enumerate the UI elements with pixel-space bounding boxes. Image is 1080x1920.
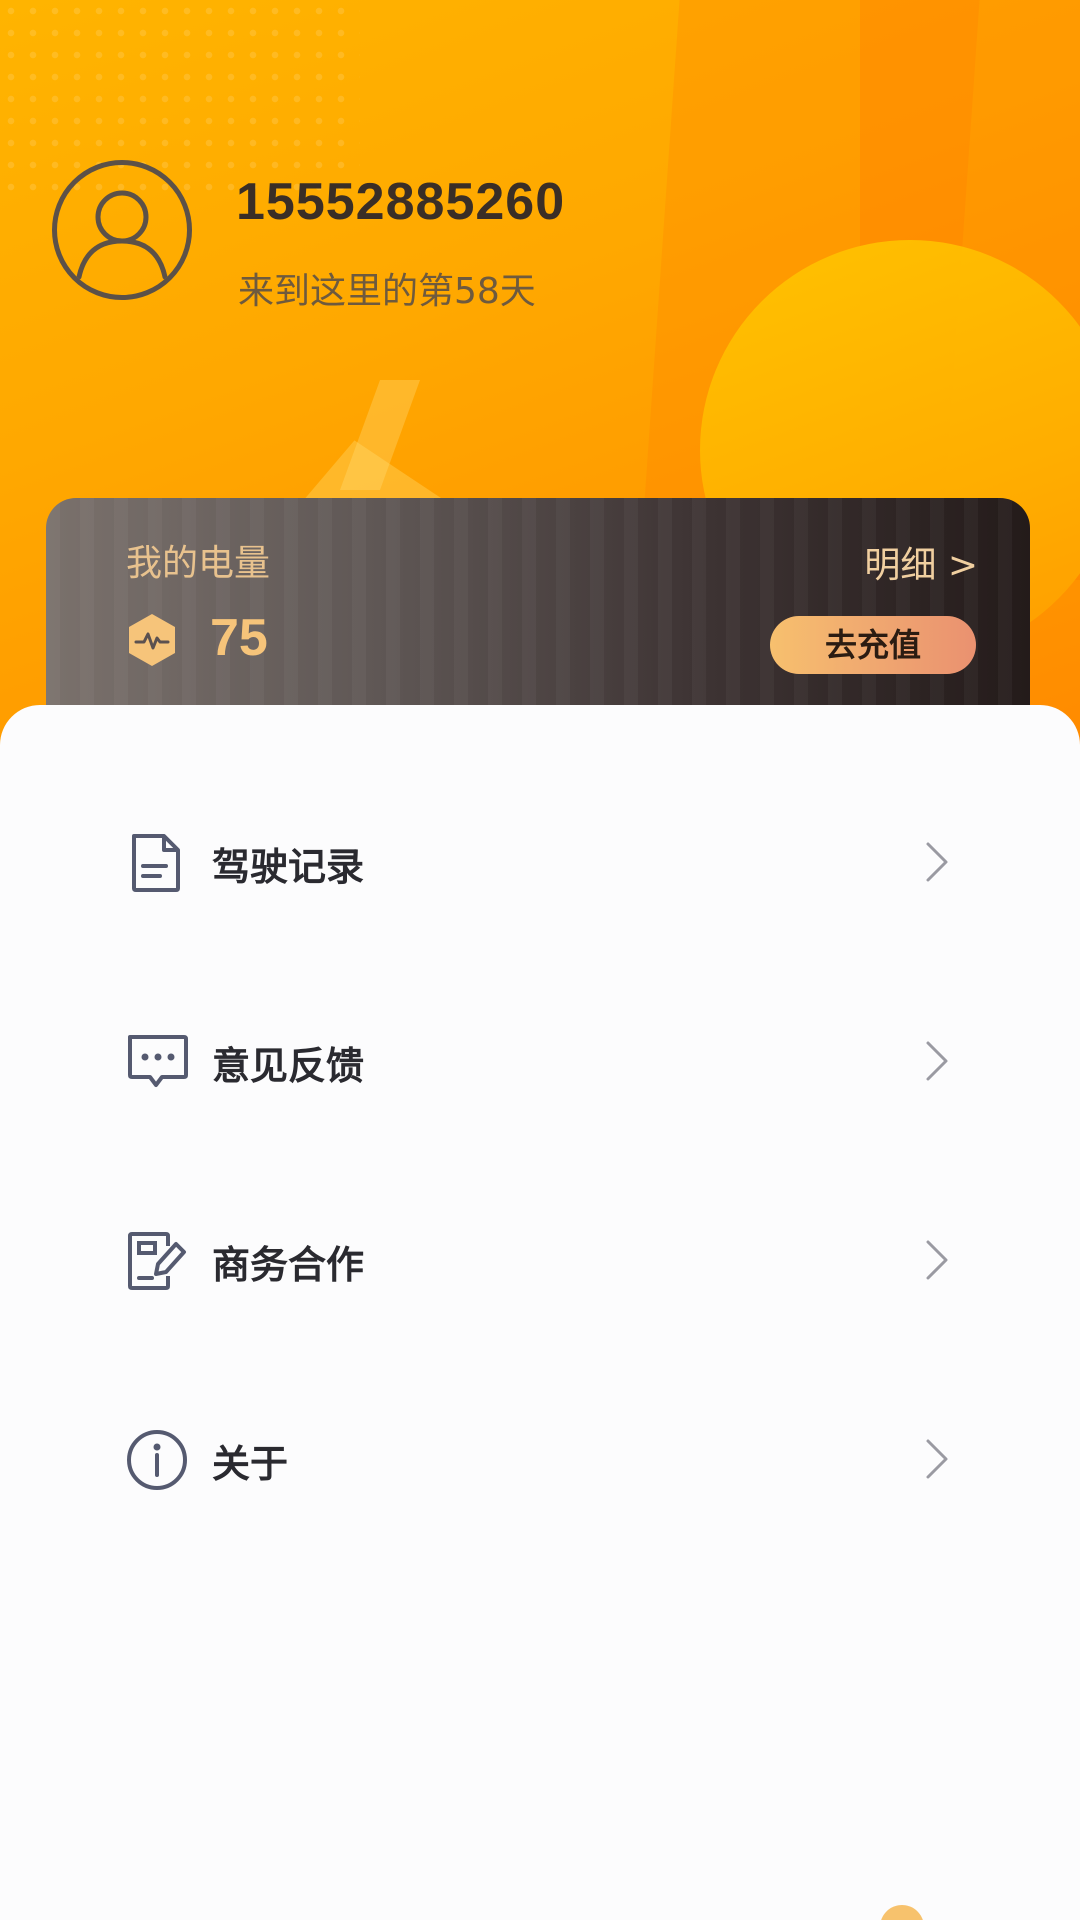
energy-label: 我的电量 bbox=[126, 543, 271, 584]
chevron-right-icon bbox=[926, 842, 948, 882]
profile-page: 15552885260 来到这里的第58天 我的电量 明细 > 75 去充值 驾… bbox=[0, 0, 1080, 1920]
menu-item-feedback[interactable]: 意见反馈 bbox=[0, 989, 1080, 1129]
menu-item-about[interactable]: 关于 bbox=[0, 1387, 1080, 1527]
document-icon bbox=[132, 834, 180, 892]
chevron-right-icon bbox=[926, 1240, 948, 1280]
edit-form-icon bbox=[128, 1232, 186, 1290]
username: 15552885260 bbox=[236, 173, 566, 231]
recharge-button[interactable]: 去充值 bbox=[770, 616, 976, 674]
chevron-right-icon bbox=[926, 1439, 948, 1479]
menu-item-driving-records[interactable]: 驾驶记录 bbox=[0, 790, 1080, 930]
energy-hexagon-icon bbox=[129, 614, 175, 666]
menu-item-label: 关于 bbox=[212, 1442, 289, 1486]
dot-pattern-decoration bbox=[0, 0, 360, 200]
menu-item-label: 驾驶记录 bbox=[212, 845, 365, 889]
menu-item-business-cooperation[interactable]: 商务合作 bbox=[0, 1188, 1080, 1328]
info-icon bbox=[127, 1430, 187, 1490]
avatar[interactable] bbox=[52, 160, 192, 300]
chat-bubble-icon bbox=[128, 1035, 188, 1087]
energy-detail-link[interactable]: 明细 > bbox=[864, 536, 978, 588]
user-icon bbox=[76, 190, 168, 280]
energy-value: 75 bbox=[210, 609, 268, 667]
membership-days: 来到这里的第58天 bbox=[238, 271, 536, 312]
menu-item-label: 意见反馈 bbox=[212, 1044, 365, 1088]
menu-item-label: 商务合作 bbox=[212, 1243, 365, 1287]
energy-card: 我的电量 明细 > 75 去充值 bbox=[46, 498, 1030, 738]
chevron-right-icon bbox=[926, 1041, 948, 1081]
menu-sheet: 驾驶记录 意见反馈 商务合作 关于 bbox=[0, 705, 1080, 1920]
